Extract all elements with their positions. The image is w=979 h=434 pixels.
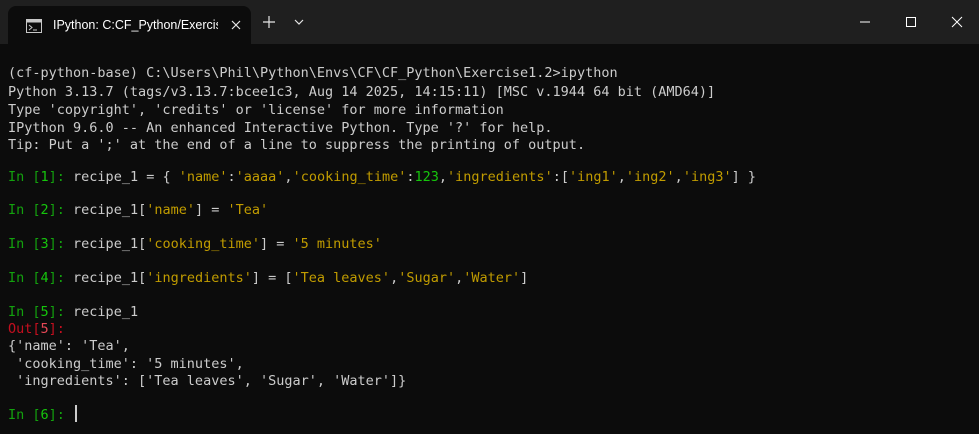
code-string: 'ing2' (625, 169, 675, 185)
terminal-content[interactable]: (cf-python-base) C:\Users\Phil\Python\En… (0, 44, 979, 434)
input-line-1: In [1]: recipe_1 = { 'name':'aaaa','cook… (8, 168, 756, 187)
input-prompt: ]: (48, 304, 65, 320)
input-prompt: ]: (48, 202, 65, 218)
code-string: 'ingredients' (146, 270, 252, 286)
prompt-number: 2 (40, 202, 49, 218)
input-line-6[interactable]: In [6]: (8, 405, 78, 424)
code-string: 'cooking_time' (292, 169, 407, 185)
input-line-2: In [2]: recipe_1['name'] = 'Tea' (8, 201, 268, 220)
title-bar: IPython: C:CF_Python/Exercise (0, 0, 979, 44)
code-text: recipe_1 (64, 304, 139, 320)
banner-line: (cf-python-base) C:\Users\Phil\Python\En… (8, 65, 618, 81)
code-text: , (674, 169, 683, 185)
code-number: 123 (414, 169, 439, 185)
code-text: recipe_1[ (64, 270, 147, 286)
code-string: 'aaaa' (235, 169, 285, 185)
close-icon (951, 16, 963, 28)
input-prompt: ]: (48, 236, 65, 252)
input-prompt: ]: (48, 407, 65, 423)
code-string: 'ing1' (568, 169, 618, 185)
prompt-number: 1 (40, 169, 49, 185)
banner-line: Tip: Put a ';' at the end of a line to s… (8, 137, 586, 153)
prompt-number: 6 (40, 407, 49, 423)
code-text: , (617, 169, 626, 185)
input-prompt: In [ (8, 202, 41, 218)
input-prompt: In [ (8, 270, 41, 286)
code-string: 'ingredients' (447, 169, 553, 185)
input-prompt: In [ (8, 169, 41, 185)
prompt-number: 3 (40, 236, 49, 252)
code-text: ] } (731, 169, 756, 185)
code-text: , (284, 169, 293, 185)
code-text: ] (520, 270, 529, 286)
code-string: 'name' (178, 169, 228, 185)
output-line: {'name': 'Tea', (8, 338, 130, 354)
maximize-button[interactable] (887, 0, 933, 44)
new-tab-icon[interactable] (260, 13, 278, 31)
terminal-tab[interactable]: IPython: C:CF_Python/Exercise (8, 6, 251, 44)
tab-title: IPython: C:CF_Python/Exercise (53, 18, 218, 32)
tab-close-icon[interactable] (228, 17, 244, 33)
input-line-3: In [3]: recipe_1['cooking_time'] = '5 mi… (8, 235, 382, 254)
code-string: 'name' (146, 202, 195, 218)
code-text: recipe_1 = { (64, 169, 179, 185)
code-string: 'cooking_time' (146, 236, 260, 252)
minimize-icon (860, 21, 870, 23)
output-prompt: Out[ (8, 321, 41, 337)
code-string: 'Tea leaves' (292, 270, 391, 286)
prompt-number: 5 (40, 321, 49, 337)
minimize-button[interactable] (841, 0, 887, 44)
code-text: recipe_1[ (64, 236, 147, 252)
code-text: , (390, 270, 399, 286)
code-string: 'Water' (463, 270, 521, 286)
input-prompt: ]: (48, 270, 65, 286)
code-string: 'Tea' (227, 202, 269, 218)
output-line: 'ingredients': ['Tea leaves', 'Sugar', '… (8, 373, 407, 389)
terminal-icon (26, 18, 42, 33)
chevron-down-icon[interactable] (292, 14, 306, 28)
code-string: '5 minutes' (292, 236, 382, 252)
code-text: : (227, 169, 236, 185)
input-line-4: In [4]: recipe_1['ingredients'] = ['Tea … (8, 269, 528, 288)
maximize-icon (906, 17, 916, 27)
banner-line: Type 'copyright', 'credits' or 'license'… (8, 102, 504, 118)
prompt-number: 5 (40, 304, 49, 320)
code-text: ] = (194, 202, 228, 218)
input-prompt: In [ (8, 304, 41, 320)
code-text: ] = [ (251, 270, 293, 286)
code-text: : (406, 169, 415, 185)
code-text: recipe_1[ (64, 202, 147, 218)
prompt-number: 4 (40, 270, 49, 286)
banner-line: Python 3.13.7 (tags/v3.13.7:bcee1c3, Aug… (8, 84, 716, 100)
code-text: :[ (552, 169, 569, 185)
input-prompt: ]: (48, 169, 65, 185)
code-string: 'Sugar' (398, 270, 456, 286)
code-string: 'ing3' (682, 169, 732, 185)
output-prompt: ]: (48, 321, 65, 337)
code-text: , (438, 169, 448, 185)
code-text: ] = (260, 236, 293, 252)
input-prompt: In [ (8, 407, 41, 423)
text-cursor (75, 405, 78, 422)
close-button[interactable] (933, 0, 979, 44)
input-prompt: In [ (8, 236, 41, 252)
